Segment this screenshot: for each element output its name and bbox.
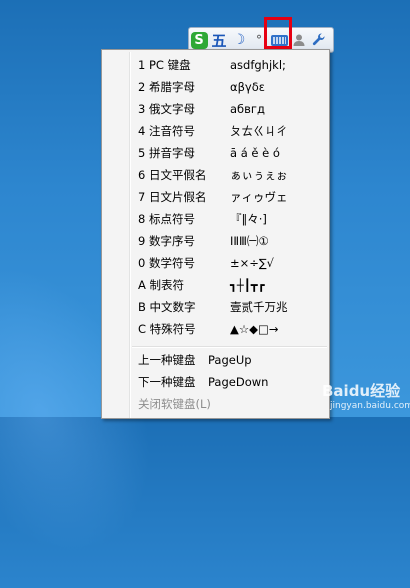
menu-item-hiragana[interactable]: 6 日文平假名 ぁぃぅぇぉ bbox=[138, 164, 288, 186]
menu-item-zhuyin[interactable]: 4 注音符号 ㄆㄊㄍㄐㄔ bbox=[138, 120, 288, 142]
keyboard-highlight-box bbox=[264, 17, 292, 49]
menu-item-punctuation[interactable]: 8 标点符号 『‖々·] bbox=[138, 208, 267, 230]
wrench-icon[interactable] bbox=[309, 29, 329, 51]
menu-item-next-keyboard[interactable]: 下一种键盘 PageDown bbox=[138, 371, 268, 393]
sogou-logo-icon[interactable]: S bbox=[189, 29, 209, 51]
baidu-watermark: Baidu经验 jingyan.baidu.com bbox=[322, 382, 410, 411]
wubi-mode-icon[interactable]: 五 bbox=[209, 29, 229, 51]
menu-item-number-serial[interactable]: 9 数字序号 ⅠⅡⅢ㈠① bbox=[138, 230, 269, 252]
soft-keyboard-menu: 1 PC 键盘 asdfghjkl; 2 希腊字母 αβγδε 3 俄文字母 абвг… bbox=[101, 49, 330, 419]
menu-separator bbox=[132, 346, 327, 348]
menu-item-greek[interactable]: 2 希腊字母 αβγδε bbox=[138, 76, 265, 98]
user-icon[interactable] bbox=[289, 29, 309, 51]
moon-icon[interactable]: ☽ bbox=[229, 29, 249, 51]
menu-item-special-symbols[interactable]: C 特殊符号 ▲☆◆□→ bbox=[138, 318, 279, 340]
menu-item-katakana[interactable]: 7 日文片假名 ァィゥヴェ bbox=[138, 186, 288, 208]
menu-item-russian[interactable]: 3 俄文字母 абвгд bbox=[138, 98, 265, 120]
menu-item-pinyin[interactable]: 5 拼音字母 ā á ě è ó bbox=[138, 142, 280, 164]
menu-item-tab-symbols[interactable]: A 制表符 ┓┼┃┳┏ bbox=[138, 274, 265, 296]
menu-item-pc-keyboard[interactable]: 1 PC 键盘 asdfghjkl; bbox=[138, 54, 286, 76]
menu-item-chinese-numbers[interactable]: B 中文数字 壹贰千万兆 bbox=[138, 296, 288, 318]
menu-item-close-keyboard[interactable]: 关闭软键盘(L) bbox=[138, 393, 211, 415]
menu-item-prev-keyboard[interactable]: 上一种键盘 PageUp bbox=[138, 349, 252, 371]
menu-item-math[interactable]: 0 数学符号 ±×÷∑√ bbox=[138, 252, 274, 274]
